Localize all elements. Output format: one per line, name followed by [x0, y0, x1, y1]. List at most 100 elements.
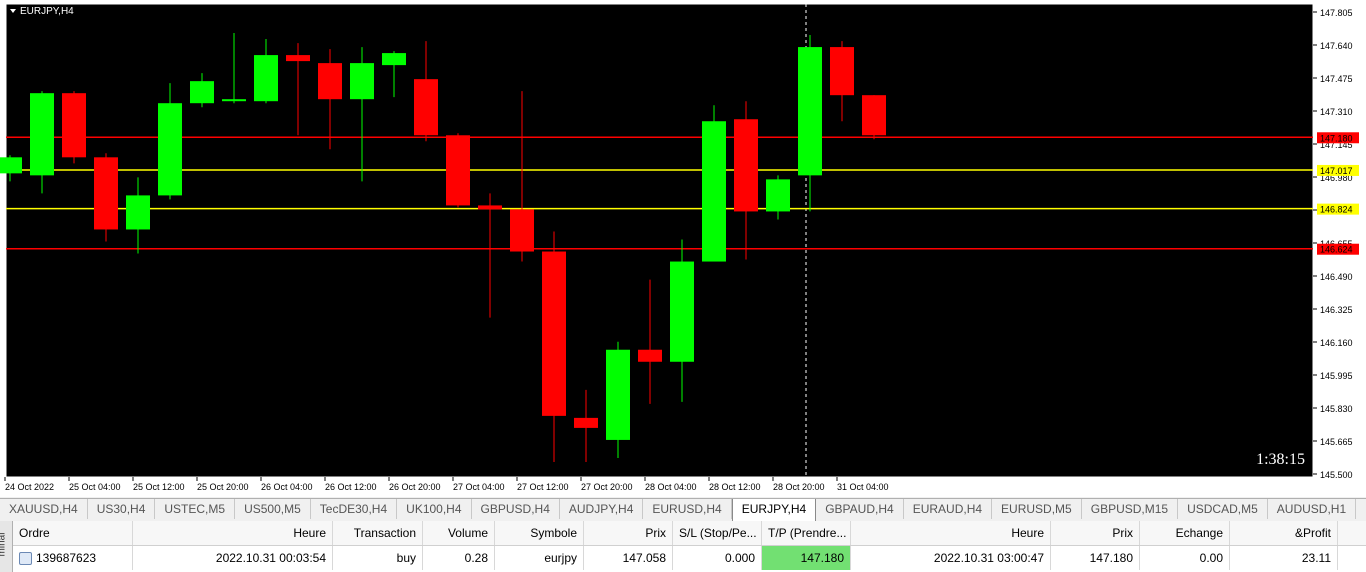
candle-body [382, 53, 406, 66]
col-sl[interactable]: S/L (Stop/Pe... [673, 521, 762, 545]
candle-body [286, 55, 310, 62]
order-symbol: eurjpy [495, 546, 584, 570]
price-axis-label: 146.325 [1320, 305, 1353, 315]
candle-body [606, 349, 630, 440]
price-level-label: 146.824 [1320, 205, 1353, 215]
chart-tab[interactable]: GBPUSD,H4 [472, 499, 560, 519]
col-echange[interactable]: Echange [1140, 521, 1230, 545]
col-heure-close[interactable]: Heure [851, 521, 1051, 545]
price-axis-label: 145.665 [1320, 437, 1353, 447]
chart-tabs-bar: XAUUSD,H4 US30,H4 USTEC,M5 US500,M5 TecDE30,… [0, 498, 1366, 522]
candle-body [862, 95, 886, 136]
chart-tab[interactable]: EURJPY,H4 [731, 499, 817, 521]
chart-window[interactable]: EURJPY,H4 147.805 147.640 147.475 147.310 147… [0, 0, 1366, 497]
chart-tab[interactable]: UK100,H4 [397, 499, 472, 519]
chart-tab[interactable]: AUDUSD,H1 [1268, 499, 1357, 519]
chart-tab[interactable]: GBPUSD,M15 [1082, 499, 1179, 519]
col-profit[interactable]: &Profit [1230, 521, 1338, 545]
price-axis-label: 147.640 [1320, 41, 1353, 51]
candle-body [414, 79, 438, 136]
candle-body [318, 63, 342, 100]
time-axis-label: 26 Oct 12:00 [325, 482, 377, 492]
price-axis-label: 147.475 [1320, 74, 1353, 84]
chart-tab[interactable]: EURUSD,H4 [643, 499, 732, 519]
chart-tab[interactable]: USTEC,M5 [155, 499, 236, 519]
candle-body [830, 47, 854, 96]
col-volume[interactable]: Volume [423, 521, 495, 545]
order-profit: 23.11 [1230, 546, 1338, 570]
col-ordre[interactable]: Ordre [13, 521, 133, 545]
terminal-side-label[interactable]: minal [0, 521, 13, 572]
candle-body [94, 157, 118, 230]
candle-body [478, 205, 502, 210]
col-transaction[interactable]: Transaction [333, 521, 423, 545]
time-axis-label: 28 Oct 12:00 [709, 482, 761, 492]
col-prix-close[interactable]: Prix [1051, 521, 1140, 545]
order-open-price: 147.058 [584, 546, 673, 570]
candle-body [350, 63, 374, 100]
price-axis-label: 146.490 [1320, 272, 1353, 282]
price-axis-label: 146.160 [1320, 338, 1353, 348]
candle-body [0, 157, 22, 174]
col-heure[interactable]: Heure [133, 521, 333, 545]
candle-body [638, 349, 662, 362]
candle-body [126, 195, 150, 230]
price-level-label: 146.624 [1320, 245, 1353, 255]
order-row[interactable]: 139687623 2022.10.31 00:03:54 buy 0.28 e… [13, 546, 1366, 570]
candle-body [510, 209, 534, 252]
candle-body [702, 121, 726, 262]
candle-body [446, 135, 470, 206]
time-axis-label: 26 Oct 04:00 [261, 482, 313, 492]
chart-tab[interactable]: EURAUD,H4 [904, 499, 993, 519]
order-ticket-icon [19, 552, 32, 566]
order-ticket: 139687623 [13, 546, 133, 570]
chart-tab[interactable]: GBPAUD,H4 [816, 499, 904, 519]
candle-body [158, 103, 182, 196]
time-axis-label: 28 Oct 20:00 [773, 482, 825, 492]
order-sl: 0.000 [673, 546, 762, 570]
price-level-label: 147.017 [1320, 166, 1353, 176]
candle-body [798, 47, 822, 176]
chart-tab[interactable]: EURUSD,M5 [992, 499, 1082, 519]
candle-body [190, 81, 214, 104]
time-axis-label: 25 Oct 12:00 [133, 482, 185, 492]
order-swap: 0.00 [1140, 546, 1230, 570]
col-symbole[interactable]: Symbole [495, 521, 584, 545]
time-axis-label: 27 Oct 12:00 [517, 482, 569, 492]
candle-body [222, 99, 246, 102]
order-volume: 0.28 [423, 546, 495, 570]
price-axis-label: 145.830 [1320, 404, 1353, 414]
chart-tab[interactable]: AUDJPY,H4 [560, 499, 644, 519]
candle-body [30, 93, 54, 176]
chart-tab[interactable]: XAUUSD,H4 [0, 499, 88, 519]
price-axis-label: 145.995 [1320, 371, 1353, 381]
col-tp[interactable]: T/P (Prendre... [762, 521, 851, 545]
orders-header-row: Ordre Heure Transaction Volume Symbole P… [13, 521, 1366, 546]
candle-body [734, 119, 758, 212]
chart-tab[interactable]: US30,H4 [88, 499, 156, 519]
candle-body [574, 417, 598, 428]
candle-body [254, 55, 278, 102]
time-axis-label: 27 Oct 04:00 [453, 482, 505, 492]
order-close-price: 147.180 [1051, 546, 1140, 570]
order-open-time: 2022.10.31 00:03:54 [133, 546, 333, 570]
chart-tab[interactable]: USDCAD,M5 [1178, 499, 1268, 519]
time-axis-label: 28 Oct 04:00 [645, 482, 697, 492]
chart-tab[interactable]: US500,M5 [235, 499, 311, 519]
price-axis-label: 147.805 [1320, 8, 1353, 18]
time-axis-label: 25 Oct 04:00 [69, 482, 121, 492]
time-axis-label: 27 Oct 20:00 [581, 482, 633, 492]
time-axis-label: 26 Oct 20:00 [389, 482, 441, 492]
candle-body [542, 251, 566, 416]
terminal-label: minal [0, 532, 8, 557]
time-axis-label: 31 Oct 04:00 [837, 482, 889, 492]
order-tp: 147.180 [762, 546, 851, 570]
chart-tab[interactable]: TecDE30,H4 [311, 499, 398, 519]
chart-symbol-title: EURJPY,H4 [20, 6, 74, 17]
candle-body [62, 93, 86, 158]
price-chart[interactable]: EURJPY,H4 147.805 147.640 147.475 147.310 147… [0, 0, 1366, 497]
col-prix[interactable]: Prix [584, 521, 673, 545]
time-axis-label: 24 Oct 2022 [5, 482, 54, 492]
candle-body [766, 179, 790, 212]
orders-table: Ordre Heure Transaction Volume Symbole P… [13, 521, 1366, 572]
